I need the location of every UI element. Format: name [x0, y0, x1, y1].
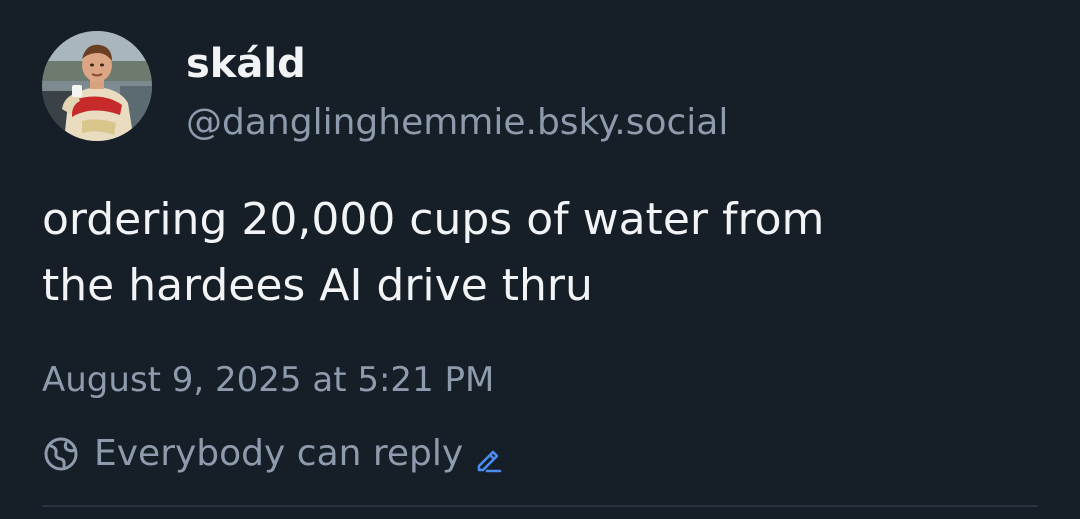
author-display-name[interactable]: skáld [186, 38, 306, 90]
pencil-edit-icon[interactable] [473, 439, 503, 473]
avatar-image [42, 31, 152, 141]
post-text-line: ordering 20,000 cups of water from [42, 194, 825, 245]
post-timestamp[interactable]: August 9, 2025 at 5:21 PM [42, 356, 494, 404]
author-handle[interactable]: @danglinghemmie.bsky.social [186, 99, 728, 147]
reply-setting: Everybody can reply [42, 430, 503, 478]
post-detail: skáld @danglinghemmie.bsky.social orderi… [0, 0, 1080, 519]
reply-setting-label: Everybody can reply [94, 433, 464, 474]
avatar[interactable] [42, 31, 152, 141]
globe-icon [42, 435, 80, 473]
post-text: ordering 20,000 cups of water from the h… [42, 187, 1042, 319]
post-text-line: the hardees AI drive thru [42, 260, 593, 311]
divider [42, 505, 1038, 507]
